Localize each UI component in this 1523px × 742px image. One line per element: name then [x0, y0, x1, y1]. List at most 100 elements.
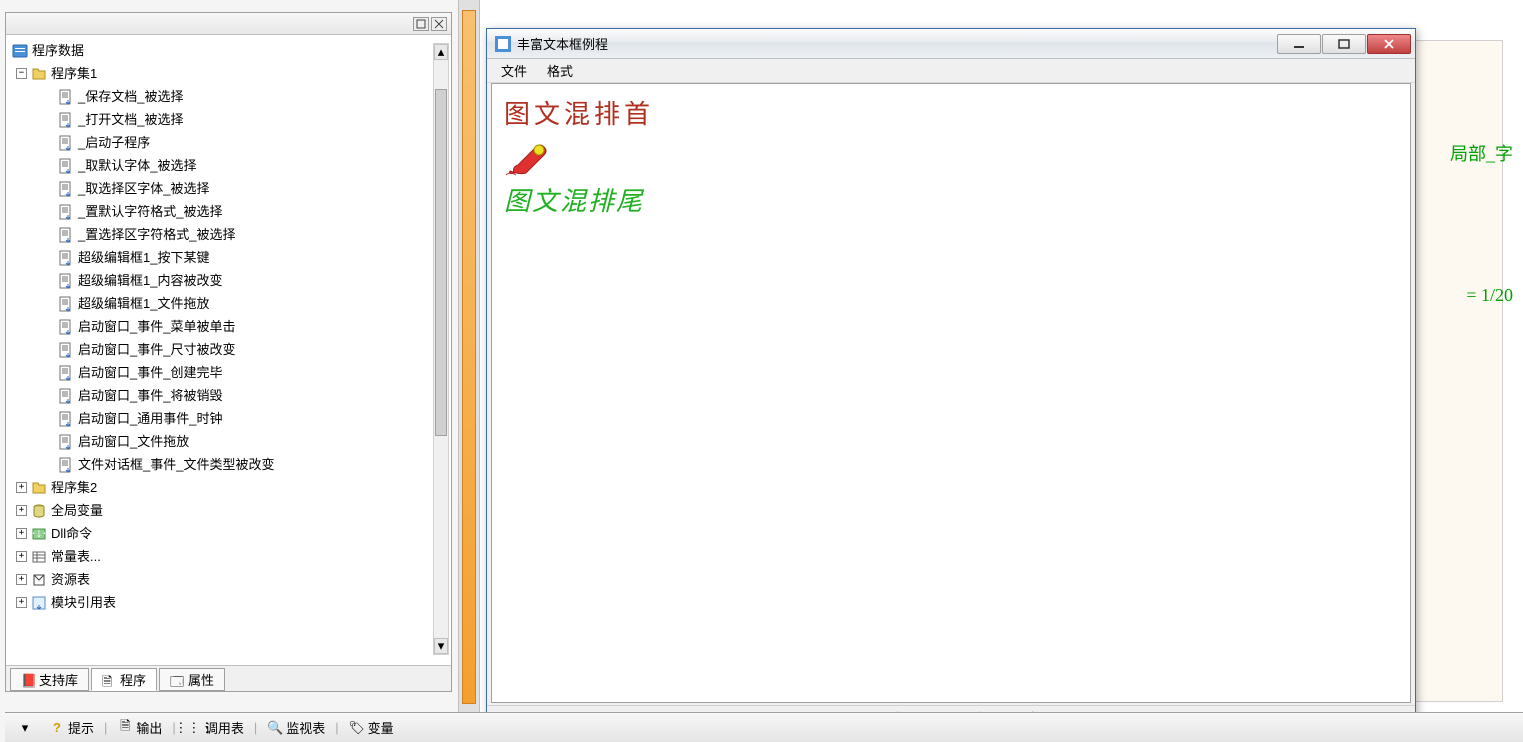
scroll-track[interactable] [434, 60, 448, 638]
tree-item[interactable]: _保存文档_被选择 [12, 85, 445, 108]
panel-titlebar [6, 13, 451, 35]
tab-program[interactable]: 🗎 程序 [91, 668, 157, 691]
expander-plus-icon[interactable]: + [16, 482, 27, 493]
tree-item[interactable]: 启动窗口_事件_菜单被单击 [12, 315, 445, 338]
tree-item-label: 超级编辑框1_内容被改变 [78, 269, 222, 292]
toolbar-hint[interactable]: ? 提示 [43, 716, 100, 739]
tree-globals[interactable]: + 全局变量 [12, 499, 445, 522]
sub-program-icon [58, 89, 74, 105]
tree-item-label: 超级编辑框1_文件拖放 [78, 292, 209, 315]
minimize-button[interactable] [1277, 34, 1321, 54]
scroll-thumb[interactable] [435, 89, 447, 436]
toolbar-hint-label: 提示 [68, 718, 94, 737]
tree-item[interactable]: _启动子程序 [12, 131, 445, 154]
tree-dll[interactable]: + ·↓· Dll命令 [12, 522, 445, 545]
tree-mod[interactable]: + 模块引用表 [12, 591, 445, 614]
tree-item-label: 启动窗口_文件拖放 [78, 430, 189, 453]
tree-item[interactable]: 启动窗口_事件_将被销毁 [12, 384, 445, 407]
rich-text-line-1: 图文混排首 [504, 94, 1398, 131]
tree-item[interactable]: _取默认字体_被选择 [12, 154, 445, 177]
project-tree-panel: 程序数据 − 程序集1 _保存文档_被选择_打开文档_被选择_启动子程序_取默认… [5, 12, 452, 692]
tree-item-label: _置默认字符格式_被选择 [78, 200, 222, 223]
menu-format[interactable]: 格式 [539, 59, 581, 82]
tree-item-label: 文件对话框_事件_文件类型被改变 [78, 453, 274, 476]
expander-plus-icon[interactable]: + [16, 574, 27, 585]
side-label-local: 局部_字 [1450, 140, 1513, 166]
tree-item-label: 启动窗口_事件_创建完毕 [78, 361, 222, 384]
sub-program-icon [58, 319, 74, 335]
scroll-down-button[interactable]: ▾ [434, 638, 448, 654]
tree-res-label: 资源表 [51, 568, 90, 591]
sub-program-icon [58, 457, 74, 473]
panel-close-button[interactable] [431, 17, 447, 31]
tree-globals-label: 全局变量 [51, 499, 103, 522]
tree-set1[interactable]: − 程序集1 [12, 62, 445, 85]
tree-const-label: 常量表... [51, 545, 101, 568]
tab-properties[interactable]: 🗔 属性 [159, 668, 225, 691]
tree-root[interactable]: 程序数据 [12, 39, 445, 62]
sub-program-icon [58, 181, 74, 197]
form-selection-bar [462, 10, 476, 704]
expander-plus-icon[interactable]: + [16, 597, 27, 608]
tree-item[interactable]: 启动窗口_事件_尺寸被改变 [12, 338, 445, 361]
sub-program-icon [58, 411, 74, 427]
module-icon [31, 480, 47, 496]
tree-item[interactable]: 文件对话框_事件_文件类型被改变 [12, 453, 445, 476]
toolbar-arrow[interactable]: ▾ [11, 718, 39, 738]
menu-file[interactable]: 文件 [493, 59, 535, 82]
tree-root-label: 程序数据 [32, 39, 84, 62]
tab-properties-label: 属性 [188, 670, 214, 689]
toolbar-callstack[interactable]: ⋮⋮⋮ 调用表 [180, 716, 250, 739]
sub-program-icon [58, 250, 74, 266]
app-icon [495, 36, 511, 52]
scroll-up-button[interactable]: ▴ [434, 44, 448, 60]
tree-item[interactable]: 启动窗口_通用事件_时钟 [12, 407, 445, 430]
tree-item[interactable]: 超级编辑框1_文件拖放 [12, 292, 445, 315]
separator: | [254, 720, 257, 735]
tree-item-label: 启动窗口_通用事件_时钟 [78, 407, 222, 430]
tree-item[interactable]: 启动窗口_事件_创建完毕 [12, 361, 445, 384]
tree-set2[interactable]: + 程序集2 [12, 476, 445, 499]
rich-text-area[interactable]: 图文混排首 图文混排尾 [491, 83, 1411, 703]
sub-program-icon [58, 273, 74, 289]
tree-res[interactable]: + 资源表 [12, 568, 445, 591]
tree-item[interactable]: _打开文档_被选择 [12, 108, 445, 131]
expander-plus-icon[interactable]: + [16, 551, 27, 562]
tab-support-lib[interactable]: 📕 支持库 [10, 668, 89, 691]
toolbar-watch-label: 监视表 [286, 718, 325, 737]
tree-item[interactable]: 超级编辑框1_内容被改变 [12, 269, 445, 292]
tree-item[interactable]: _取选择区字体_被选择 [12, 177, 445, 200]
const-table-icon [31, 549, 47, 565]
resource-icon [31, 572, 47, 588]
expander-plus-icon[interactable]: + [16, 505, 27, 516]
output-icon: 🗎 [117, 720, 133, 736]
tree-item-label: _取选择区字体_被选择 [78, 177, 209, 200]
toolbar-output[interactable]: 🗎 输出 [111, 716, 168, 739]
tree-item[interactable]: _置默认字符格式_被选择 [12, 200, 445, 223]
close-button[interactable] [1367, 34, 1411, 54]
tree-scrollbar[interactable]: ▴ ▾ [433, 43, 449, 655]
module-ref-icon [31, 595, 47, 611]
dialog-title: 丰富文本框例程 [517, 34, 1277, 53]
toolbar-watch[interactable]: 🔍 监视表 [261, 716, 331, 739]
svg-text:·↓·: ·↓· [31, 526, 46, 540]
dialog-titlebar[interactable]: 丰富文本框例程 [487, 29, 1415, 59]
expander-plus-icon[interactable]: + [16, 528, 27, 539]
magnifier-icon: 🔍 [267, 720, 283, 736]
toolbar-vars[interactable]: 🏷 变量 [343, 716, 400, 739]
maximize-button[interactable] [1322, 34, 1366, 54]
tag-icon: 🏷 [349, 720, 365, 736]
tree-item-label: 启动窗口_事件_尺寸被改变 [78, 338, 235, 361]
tree-container: 程序数据 − 程序集1 _保存文档_被选择_打开文档_被选择_启动子程序_取默认… [6, 35, 451, 661]
tree-item[interactable]: 启动窗口_文件拖放 [12, 430, 445, 453]
tree-item[interactable]: _置选择区字符格式_被选择 [12, 223, 445, 246]
props-icon: 🗔 [170, 673, 184, 687]
sub-program-icon [58, 434, 74, 450]
tree-item[interactable]: 超级编辑框1_按下某键 [12, 246, 445, 269]
tree-item-label: _取默认字体_被选择 [78, 154, 196, 177]
rich-text-dialog: 丰富文本框例程 文件 格式 图文混排首 图文混排尾 2018年7月22日18时2… [486, 28, 1416, 730]
panel-dock-button[interactable] [413, 17, 429, 31]
callstack-icon: ⋮⋮⋮ [186, 720, 202, 736]
expander-minus-icon[interactable]: − [16, 68, 27, 79]
tree-const[interactable]: + 常量表... [12, 545, 445, 568]
